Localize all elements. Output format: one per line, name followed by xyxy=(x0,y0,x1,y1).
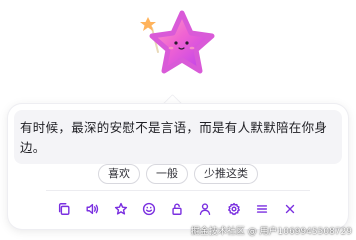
feedback-neutral-button[interactable]: 一般 xyxy=(146,164,188,184)
menu-icon[interactable] xyxy=(252,199,272,219)
close-icon[interactable] xyxy=(280,199,300,219)
assistant-message: 有时候，最深的安慰不是言语，而是有人默默陪在你身边。 xyxy=(14,110,342,164)
star-icon[interactable] xyxy=(111,199,131,219)
assistant-popup-page: 有时候，最深的安慰不是言语，而是有人默默陪在你身边。 喜欢 一般 少推这类 掘金… xyxy=(0,0,356,240)
user-icon[interactable] xyxy=(195,199,215,219)
smiley-icon[interactable] xyxy=(139,199,159,219)
feedback-row: 喜欢 一般 少推这类 xyxy=(8,164,348,184)
watermark: 掘金技术社区 @ 用户1069945508729 xyxy=(190,227,352,237)
assistant-card: 有时候，最深的安慰不是言语，而是有人默默陪在你身边。 喜欢 一般 少推这类 xyxy=(8,104,348,229)
action-toolbar xyxy=(54,199,300,219)
speaker-icon[interactable] xyxy=(82,199,102,219)
star-mascot-icon[interactable] xyxy=(138,8,220,96)
feedback-like-button[interactable]: 喜欢 xyxy=(98,164,140,184)
gear-icon[interactable] xyxy=(224,199,244,219)
divider xyxy=(46,190,310,191)
copy-icon[interactable] xyxy=(54,199,74,219)
lock-icon[interactable] xyxy=(167,199,187,219)
feedback-less-button[interactable]: 少推这类 xyxy=(194,164,258,184)
